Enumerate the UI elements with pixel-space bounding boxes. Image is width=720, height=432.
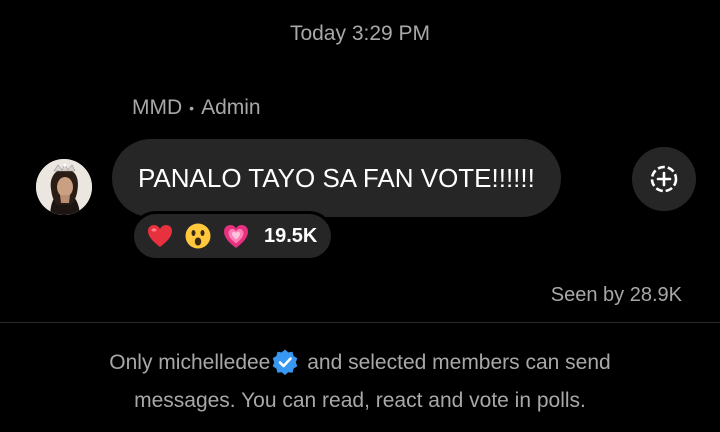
add-reaction-icon	[650, 165, 678, 193]
notice-username[interactable]: michelledee	[158, 351, 270, 374]
notice-prefix: Only	[109, 351, 153, 374]
verified-badge-icon	[271, 348, 299, 376]
red-heart-emoji	[146, 222, 174, 250]
reaction-count: 19.5K	[264, 224, 318, 247]
message-timestamp: Today 3:29 PM	[289, 22, 431, 45]
divider	[0, 322, 720, 323]
seen-count[interactable]: Seen by 28.9K	[551, 284, 682, 307]
message-text: PANALO TAYO SA FAN VOTE!!!!!!	[138, 162, 535, 193]
message-bubble[interactable]: PANALO TAYO SA FAN VOTE!!!!!!	[112, 139, 561, 217]
sender-role: Admin	[201, 96, 261, 119]
add-reaction-button[interactable]	[632, 147, 696, 211]
avatar[interactable]	[36, 159, 92, 215]
send-restriction-notice: Only michelledee and selected members ca…	[40, 344, 680, 420]
reactions-summary[interactable]: 19.5K	[131, 211, 335, 261]
notice-text-line1: and selected members can send	[307, 351, 611, 374]
chat-screen: Today 3:29 PM MMD • Admin PANALO TAYO SA…	[0, 0, 720, 432]
astonished-face-emoji	[184, 222, 212, 250]
sender-separator: •	[189, 100, 195, 116]
growing-heart-emoji	[222, 222, 250, 250]
sender-header: MMD • Admin	[132, 96, 261, 120]
sender-name[interactable]: MMD	[132, 96, 182, 120]
profile-photo	[36, 159, 92, 215]
notice-text-line2: messages. You can read, react and vote i…	[134, 389, 586, 412]
